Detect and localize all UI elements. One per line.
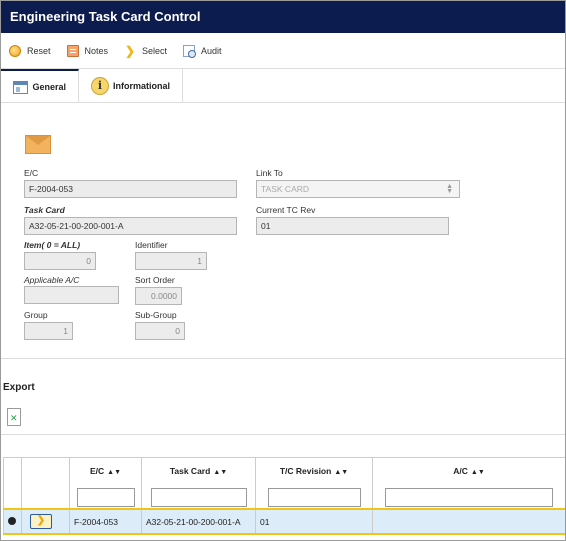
- ac-filter-input[interactable]: [385, 488, 553, 507]
- table-row[interactable]: ❯ F-2004-053 A32-05-21-00-200-001-A 01: [3, 508, 565, 535]
- info-icon: i: [91, 77, 109, 95]
- row-pointer-cell: [3, 508, 22, 535]
- audit-button[interactable]: Audit: [183, 44, 222, 58]
- sort-order-label: Sort Order: [135, 275, 175, 285]
- item-label: Item( 0 = ALL): [24, 240, 81, 250]
- export-section: Export: [1, 359, 565, 435]
- sort-order-field[interactable]: 0.0000: [135, 287, 182, 305]
- identifier-field[interactable]: 1: [135, 252, 207, 270]
- grid-header-indicator: [3, 457, 22, 510]
- updown-icon: ▲ ▼: [446, 183, 453, 195]
- sort-icon: ▲▼: [470, 469, 485, 476]
- tc-revision-filter-input[interactable]: [267, 488, 361, 507]
- grid-header-tc-revision-label: T/C Revision: [279, 466, 332, 476]
- grid-header-ec-label: E/C: [89, 466, 105, 476]
- ec-field[interactable]: F-2004-053: [24, 180, 237, 198]
- tab-bar: General i Informational: [1, 69, 565, 103]
- reset-label: Reset: [27, 45, 51, 56]
- grid-header-task-card-label: Task Card: [169, 466, 211, 476]
- group-field[interactable]: 1: [24, 322, 73, 340]
- link-to-select[interactable]: TASK CARD ▲ ▼: [256, 180, 460, 198]
- general-panel: E/C F-2004-053 Link To TASK CARD ▲ ▼ Task…: [1, 103, 565, 359]
- grid-header-ac-label: A/C: [453, 466, 468, 476]
- select-button[interactable]: ❯ Select: [124, 45, 167, 57]
- item-field[interactable]: 0: [24, 252, 96, 270]
- group-label: Group: [24, 310, 48, 320]
- row-action-cell: ❯: [21, 508, 70, 535]
- sort-icon: ▲▼: [334, 469, 349, 476]
- current-tc-rev-field[interactable]: 01: [256, 217, 449, 235]
- link-to-value: TASK CARD: [261, 184, 310, 194]
- cell-ec: F-2004-053: [69, 508, 142, 535]
- audit-icon: [183, 44, 197, 58]
- ec-label: E/C: [24, 168, 39, 178]
- form-icon: [13, 80, 29, 94]
- grid-header-action: [21, 457, 70, 510]
- results-grid: E/C ▲▼ Task Card ▲▼ T/C Revision ▲▼ A/C ▲▼: [3, 457, 565, 535]
- window-title: Engineering Task Card Control: [1, 1, 565, 33]
- link-to-label: Link To: [256, 168, 283, 178]
- notes-icon: [66, 44, 79, 57]
- tab-general-label: General: [32, 82, 66, 92]
- audit-label: Audit: [201, 45, 222, 56]
- row-pointer-icon: [8, 516, 16, 525]
- grid-header-task-card[interactable]: Task Card ▲▼: [141, 457, 256, 510]
- grid-header-ec[interactable]: E/C ▲▼: [69, 457, 142, 510]
- cell-ac: [372, 508, 565, 535]
- identifier-label: Identifier: [135, 240, 168, 250]
- export-title: Export: [3, 382, 35, 393]
- reset-button[interactable]: Reset: [9, 44, 51, 57]
- grid-header-ac[interactable]: A/C ▲▼: [372, 457, 565, 510]
- task-card-field[interactable]: A32-05-21-00-200-001-A: [24, 217, 237, 235]
- app-window: Engineering Task Card Control Reset Note…: [0, 0, 566, 541]
- chevron-right-icon: ❯: [125, 43, 136, 58]
- applicable-ac-label: Applicable A/C: [24, 275, 80, 285]
- tab-informational[interactable]: i Informational: [79, 69, 183, 103]
- current-tc-rev-label: Current TC Rev: [256, 205, 316, 215]
- notes-label: Notes: [84, 45, 109, 56]
- tab-informational-label: Informational: [112, 81, 170, 91]
- excel-export-icon[interactable]: [7, 408, 21, 426]
- sub-group-label: Sub-Group: [135, 310, 177, 320]
- task-card-label: Task Card: [24, 205, 65, 215]
- reset-icon: [9, 44, 21, 57]
- cell-task-card: A32-05-21-00-200-001-A: [141, 508, 256, 535]
- row-select-button[interactable]: ❯: [30, 514, 52, 529]
- grid-header-row: E/C ▲▼ Task Card ▲▼ T/C Revision ▲▼ A/C ▲▼: [3, 457, 565, 510]
- envelope-icon[interactable]: [25, 135, 51, 154]
- select-label: Select: [142, 45, 168, 56]
- cell-tc-revision: 01: [255, 508, 373, 535]
- sort-icon: ▲▼: [213, 469, 228, 476]
- tab-general[interactable]: General: [1, 69, 79, 103]
- sub-group-field[interactable]: 0: [135, 322, 185, 340]
- ec-filter-input[interactable]: [76, 488, 135, 507]
- sort-icon: ▲▼: [107, 469, 122, 476]
- grid-header-tc-revision[interactable]: T/C Revision ▲▼: [255, 457, 373, 510]
- toolbar: Reset Notes ❯ Select Audit: [1, 33, 565, 69]
- applicable-ac-field[interactable]: [24, 286, 119, 304]
- task-card-filter-input[interactable]: [150, 488, 247, 507]
- notes-button[interactable]: Notes: [66, 44, 109, 57]
